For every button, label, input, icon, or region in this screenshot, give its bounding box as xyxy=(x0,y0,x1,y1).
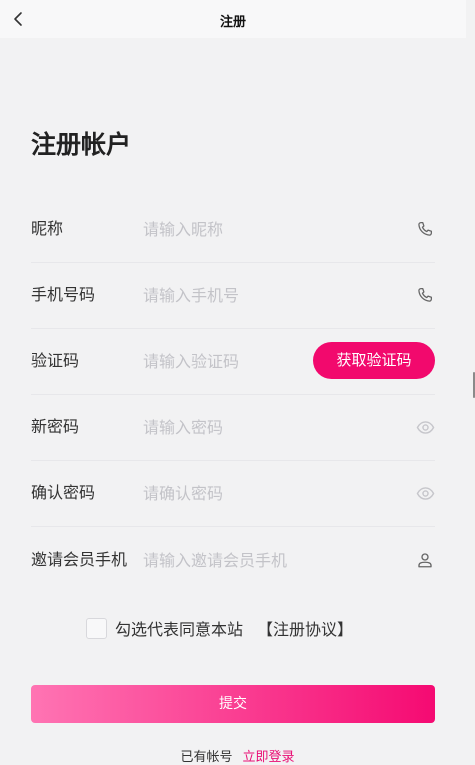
confirm-password-input[interactable] xyxy=(143,478,373,508)
page-title: 注册帐户 xyxy=(31,130,132,159)
new-password-label: 新密码 xyxy=(31,417,80,436)
get-code-button[interactable]: 获取验证码 xyxy=(313,342,435,379)
new-password-input[interactable] xyxy=(143,412,373,442)
verification-code-row: 验证码 获取验证码 xyxy=(31,328,435,395)
agreement-link[interactable]: 【注册协议】 xyxy=(257,616,353,640)
login-prompt: 已有帐号 xyxy=(180,750,233,765)
login-link[interactable]: 立即登录 xyxy=(243,750,295,765)
inviter-phone-row: 邀请会员手机 xyxy=(31,527,435,593)
verification-code-input[interactable] xyxy=(143,346,303,376)
phone-row: 手机号码 xyxy=(31,262,435,329)
submit-button[interactable]: 提交 xyxy=(31,685,435,723)
agreement-checkbox[interactable] xyxy=(86,617,107,639)
inviter-phone-input[interactable] xyxy=(143,545,373,575)
nav-title: 注册 xyxy=(219,15,246,30)
eye-icon[interactable] xyxy=(415,417,435,437)
agreement-row: 勾选代表同意本站 【注册协议】 xyxy=(86,615,353,641)
verification-code-label: 验证码 xyxy=(31,351,80,370)
confirm-password-row: 确认密码 xyxy=(31,460,435,527)
inviter-phone-label: 邀请会员手机 xyxy=(31,550,128,569)
nickname-label: 昵称 xyxy=(31,219,64,238)
nickname-row: 昵称 xyxy=(31,196,435,263)
phone-label: 手机号码 xyxy=(31,285,96,304)
phone-input[interactable] xyxy=(143,280,373,310)
eye-icon[interactable] xyxy=(415,483,435,503)
nickname-input[interactable] xyxy=(143,214,373,244)
phone-icon[interactable] xyxy=(415,285,435,305)
login-prompt-row: 已有帐号 立即登录 xyxy=(0,746,475,765)
top-nav-bar: 注册 xyxy=(0,0,466,38)
new-password-row: 新密码 xyxy=(31,394,435,461)
user-icon[interactable] xyxy=(415,550,435,570)
confirm-password-label: 确认密码 xyxy=(31,483,96,502)
agreement-text: 勾选代表同意本站 xyxy=(115,620,244,639)
phone-icon[interactable] xyxy=(415,219,435,239)
